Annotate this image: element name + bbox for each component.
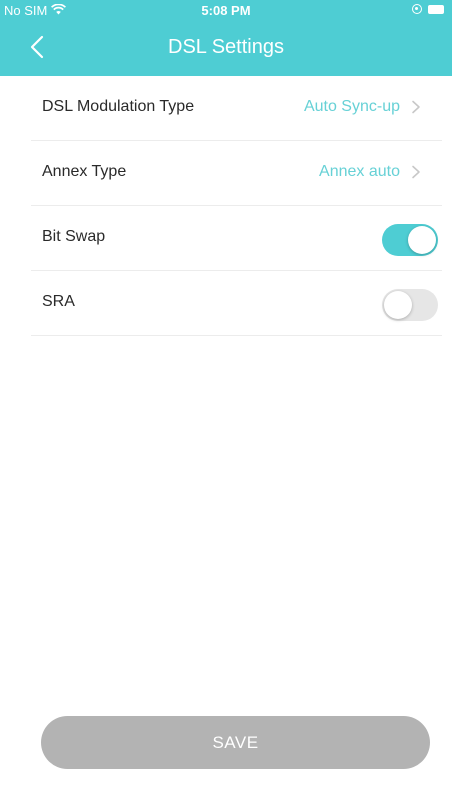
- status-time: 5:08 PM: [201, 3, 251, 18]
- save-button[interactable]: SAVE: [41, 716, 430, 769]
- header-bar: No SIM 5:08 PM DSL Settings: [0, 0, 452, 76]
- sra-label: SRA: [42, 293, 75, 310]
- page-title: DSL Settings: [168, 36, 284, 58]
- battery-icon: [428, 4, 444, 14]
- dsl-modulation-label: DSL Modulation Type: [42, 98, 195, 115]
- setting-row-annex-type[interactable]: Annex Type Annex auto: [31, 141, 442, 206]
- annex-type-value-link[interactable]: Annex auto: [319, 163, 422, 181]
- status-bar: No SIM 5:08 PM: [0, 0, 452, 20]
- orientation-lock-icon: [412, 4, 422, 14]
- dsl-modulation-value: Auto Sync-up: [303, 98, 400, 115]
- bit-swap-toggle[interactable]: [382, 224, 438, 256]
- setting-row-sra: SRA: [31, 271, 442, 336]
- status-icons: [412, 4, 444, 14]
- toggle-knob: [384, 291, 412, 319]
- sra-toggle[interactable]: [382, 289, 438, 321]
- screen: No SIM 5:08 PM DSL Settings DSL Modulati…: [0, 0, 452, 808]
- setting-row-bit-swap: Bit Swap: [31, 206, 442, 271]
- annex-type-label: Annex Type: [42, 163, 127, 180]
- toggle-knob: [408, 226, 436, 254]
- bit-swap-label: Bit Swap: [42, 228, 106, 245]
- chevron-right-icon: [410, 165, 422, 179]
- annex-type-value: Annex auto: [319, 163, 400, 180]
- dsl-modulation-value-link[interactable]: Auto Sync-up: [304, 98, 422, 116]
- settings-list: DSL Modulation Type Auto Sync-up Annex T…: [0, 76, 452, 336]
- chevron-right-icon: [410, 100, 422, 114]
- navigation-bar: DSL Settings: [0, 24, 452, 76]
- setting-row-dsl-modulation[interactable]: DSL Modulation Type Auto Sync-up: [31, 76, 442, 141]
